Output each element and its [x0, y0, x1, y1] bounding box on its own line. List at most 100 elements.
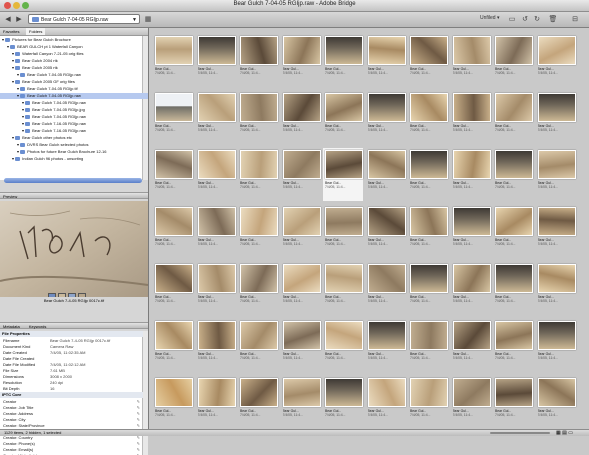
- thumbnail-item[interactable]: Bear Gul... 7/4/05, 11:4...: [153, 34, 193, 87]
- thumbnail-item[interactable]: Bear Gul... 7/4/05, 11:4...: [281, 319, 321, 372]
- look-in-folder-dropdown[interactable]: Bear Gulch 7-04-05 RGIjp.raw ▼: [28, 14, 140, 24]
- tab-favorites[interactable]: Favorites: [0, 28, 22, 35]
- preview-panel-header[interactable]: Preview: [0, 192, 148, 199]
- thumbnail-item[interactable]: Bear Gul... 7/4/05, 11:4...: [493, 319, 533, 372]
- thumbnail-item[interactable]: Bear Gul... 7/4/05, 11:4...: [323, 376, 363, 429]
- view-options-icon[interactable]: ▦: [143, 15, 153, 24]
- thumbnail-item[interactable]: Bear Gul... 7/4/05, 11:4...: [408, 205, 448, 258]
- thumbnail-item[interactable]: Bear Gul... 7/4/05, 11:4...: [536, 205, 576, 258]
- thumbnail-item[interactable]: Bear Gul... 7/4/05, 11:4...: [153, 319, 193, 372]
- thumbnail-item[interactable]: Bear Gul... 7/4/05, 11:4...: [323, 262, 363, 315]
- iptc-core-section[interactable]: IPTC Core: [0, 392, 143, 398]
- thumbnail-item[interactable]: Bear Gul... 7/4/05, 11:4...: [238, 262, 278, 315]
- thumbnail-item[interactable]: Bear Gul... 7/4/05, 11:4...: [153, 262, 193, 315]
- thumbnail-item[interactable]: Bear Gul... 7/4/05, 11:4...: [493, 262, 533, 315]
- thumbnail-item[interactable]: Bear Gul... 7/4/05, 11:4...: [196, 319, 236, 372]
- folder-tree-item[interactable]: ▾ Bear Gulch 2005 GF orig files: [12, 79, 75, 85]
- thumbnail-item[interactable]: Bear Gul... 7/4/05, 11:4...: [408, 262, 448, 315]
- thumbnail-item[interactable]: Bear Gul... 7/4/05, 11:4...: [323, 205, 363, 258]
- new-folder-icon[interactable]: ▭: [507, 15, 517, 24]
- thumbnail-item[interactable]: Bear Gul... 7/4/05, 11:4...: [238, 205, 278, 258]
- thumbnail-item[interactable]: Bear Gul... 7/4/05, 11:4...: [238, 376, 278, 429]
- thumbnail-item[interactable]: Bear Gul... 7/4/05, 11:4...: [451, 376, 491, 429]
- folder-tree-item[interactable]: ▾ Waterfall Canyon 7-21-05 orig files: [12, 51, 84, 57]
- thumbnail-item[interactable]: Bear Gul... 7/4/05, 11:4...: [366, 205, 406, 258]
- forward-arrow-icon[interactable]: ▶: [14, 15, 24, 24]
- thumbnail-item[interactable]: Bear Gul... 7/4/05, 11:4...: [281, 262, 321, 315]
- tab-keywords[interactable]: Keywords: [29, 324, 47, 329]
- thumbnail-item[interactable]: Bear Gul... 7/4/05, 11:4...: [366, 376, 406, 429]
- thumbnail-item[interactable]: Bear Gul... 7/4/05, 11:4...: [281, 91, 321, 144]
- thumbnail-item[interactable]: Bear Gul... 7/4/05, 11:4...: [536, 148, 576, 201]
- folder-tree-item[interactable]: ▾ Bear Gulch 2005 rtk: [12, 65, 58, 71]
- view-mode-icon[interactable]: ▦ ▤ ▭: [556, 430, 573, 436]
- thumbnail-item[interactable]: Bear Gul... 7/4/05, 11:4...: [196, 91, 236, 144]
- thumbnail-item[interactable]: Bear Gul... 7/4/05, 11:4...: [408, 376, 448, 429]
- thumbnail-item[interactable]: Bear Gul... 7/4/05, 11:4...: [408, 148, 448, 201]
- thumbnail-item[interactable]: Bear Gul... 7/4/05, 11:4...: [536, 34, 576, 87]
- thumbnail-item[interactable]: Bear Gul... 7/4/05, 11:4...: [238, 91, 278, 144]
- thumbnail-item[interactable]: Bear Gul... 7/4/05, 11:4...: [196, 376, 236, 429]
- thumbnail-item[interactable]: Bear Gul... 7/4/05, 11:4...: [281, 34, 321, 87]
- thumbnail-item[interactable]: Bear Gul... 7/4/05, 11:4...: [536, 262, 576, 315]
- thumbnail-item[interactable]: Bear Gul... 7/4/05, 11:4...: [493, 148, 533, 201]
- thumbnail-item[interactable]: Bear Gul... 7/4/05, 11:4...: [238, 319, 278, 372]
- back-arrow-icon[interactable]: ◀: [3, 15, 13, 24]
- tree-horizontal-scrollbar[interactable]: [4, 178, 142, 183]
- thumbnail-item[interactable]: Bear Gul... 7/4/05, 11:4...: [408, 34, 448, 87]
- thumbnail-item[interactable]: Bear Gul... 7/4/05, 11:4...: [493, 205, 533, 258]
- thumbnail-item[interactable]: Bear Gul... 7/4/05, 11:4...: [281, 376, 321, 429]
- filter-unfiled-dropdown[interactable]: Unfiled ▾: [480, 15, 499, 21]
- folder-tree-item[interactable]: ▾ Bear Gulch 7-04-05 RGIjp.raw: [0, 93, 148, 99]
- thumbnail-item[interactable]: Bear Gul... 7/4/05, 11:4...: [153, 91, 193, 144]
- rotate-right-icon[interactable]: ↻: [532, 15, 542, 24]
- thumbnail-item[interactable]: Bear Gul... 7/4/05, 11:4...: [451, 319, 491, 372]
- thumbnail-item[interactable]: Bear Gul... 7/4/05, 11:4...: [196, 148, 236, 201]
- folder-tree-item[interactable]: ▾ Bear Gulch 7-16-05 RGIjp.raw: [22, 121, 86, 127]
- thumbnail-item[interactable]: Bear Gul... 7/4/05, 11:4...: [366, 148, 406, 201]
- folder-tree-item[interactable]: ▾ Indian Gulch 96 photos - unsorting: [12, 156, 83, 162]
- folder-tree-item[interactable]: ▾ Bear Gulch 7-04-05 RGIjp.jpg: [22, 107, 85, 113]
- thumbnail-item[interactable]: Bear Gul... 7/4/05, 11:4...: [366, 34, 406, 87]
- thumbnail-item[interactable]: Bear Gul... 7/4/05, 11:4...: [536, 319, 576, 372]
- tab-metadata[interactable]: Metadata: [3, 324, 20, 329]
- folder-tree-item[interactable]: ▾ Bear Gulch 7-16-05 RGIjp.raw: [22, 128, 86, 134]
- tab-folders[interactable]: Folders: [26, 28, 46, 35]
- thumbnail-item[interactable]: Bear Gul... 7/4/05, 11:4...: [323, 148, 363, 201]
- thumbnail-item[interactable]: Bear Gul... 7/4/05, 11:4...: [366, 91, 406, 144]
- thumbnail-item[interactable]: Bear Gul... 7/4/05, 11:4...: [493, 91, 533, 144]
- thumbnail-size-slider[interactable]: [490, 432, 550, 434]
- thumbnail-item[interactable]: Bear Gul... 7/4/05, 11:4...: [153, 376, 193, 429]
- folder-tree-item[interactable]: ▾ Bear Gulch 2004 rtk: [12, 58, 58, 64]
- folder-tree-item[interactable]: ▾ Bear Gulch 7-04-05 RGIjp.raw: [17, 72, 81, 78]
- thumbnail-item[interactable]: Bear Gul... 7/4/05, 11:4...: [281, 148, 321, 201]
- thumbnail-item[interactable]: Bear Gul... 7/4/05, 11:4...: [238, 148, 278, 201]
- thumbnail-item[interactable]: Bear Gul... 7/4/05, 11:4...: [196, 205, 236, 258]
- folder-tree-item[interactable]: ▾ Bear Gulch 7-04-05 RGIjp.tif: [17, 86, 78, 92]
- thumbnail-item[interactable]: Bear Gul... 7/4/05, 11:4...: [536, 91, 576, 144]
- thumbnail-item[interactable]: Bear Gul... 7/4/05, 11:4...: [153, 148, 193, 201]
- thumbnail-item[interactable]: Bear Gul... 7/4/05, 11:4...: [451, 205, 491, 258]
- thumbnail-item[interactable]: Bear Gul... 7/4/05, 11:4...: [323, 34, 363, 87]
- thumbnail-item[interactable]: Bear Gul... 7/4/05, 11:4...: [536, 376, 576, 429]
- thumbnail-item[interactable]: Bear Gul... 7/4/05, 11:4...: [451, 34, 491, 87]
- folder-tree-item[interactable]: ▾ Pictures for Bear Gulch Brochure: [2, 37, 71, 43]
- thumbnail-item[interactable]: Bear Gul... 7/4/05, 11:4...: [451, 91, 491, 144]
- thumbnail-item[interactable]: Bear Gul... 7/4/05, 11:4...: [451, 262, 491, 315]
- thumbnail-item[interactable]: Bear Gul... 7/4/05, 11:4...: [281, 205, 321, 258]
- thumbnail-item[interactable]: Bear Gul... 7/4/05, 11:4...: [323, 319, 363, 372]
- thumbnail-item[interactable]: Bear Gul... 7/4/05, 11:4...: [153, 205, 193, 258]
- compact-mode-icon[interactable]: ⊟: [570, 15, 580, 24]
- tree-scrollbar[interactable]: [142, 36, 148, 180]
- thumbnail-item[interactable]: Bear Gul... 7/4/05, 11:4...: [408, 319, 448, 372]
- file-properties-section[interactable]: File Properties: [0, 331, 143, 337]
- thumbnail-item[interactable]: Bear Gul... 7/4/05, 11:4...: [196, 262, 236, 315]
- folder-tree-item[interactable]: ▾ Bear Gulch 7-04-05 RGIjp.raw: [22, 114, 86, 120]
- folder-tree-item[interactable]: ▾ BEAR GULCH pt 1 Waterfall Canyon: [7, 44, 83, 50]
- delete-icon[interactable]: 🗑: [548, 15, 558, 24]
- folder-tree-item[interactable]: ▾ Photos for future Bear Gulch Brochure …: [17, 149, 107, 155]
- thumbnail-item[interactable]: Bear Gul... 7/4/05, 11:4...: [366, 319, 406, 372]
- thumbnail-item[interactable]: Bear Gul... 7/4/05, 11:4...: [196, 34, 236, 87]
- thumbnail-item[interactable]: Bear Gul... 7/4/05, 11:4...: [323, 91, 363, 144]
- thumbnail-item[interactable]: Bear Gul... 7/4/05, 11:4...: [493, 376, 533, 429]
